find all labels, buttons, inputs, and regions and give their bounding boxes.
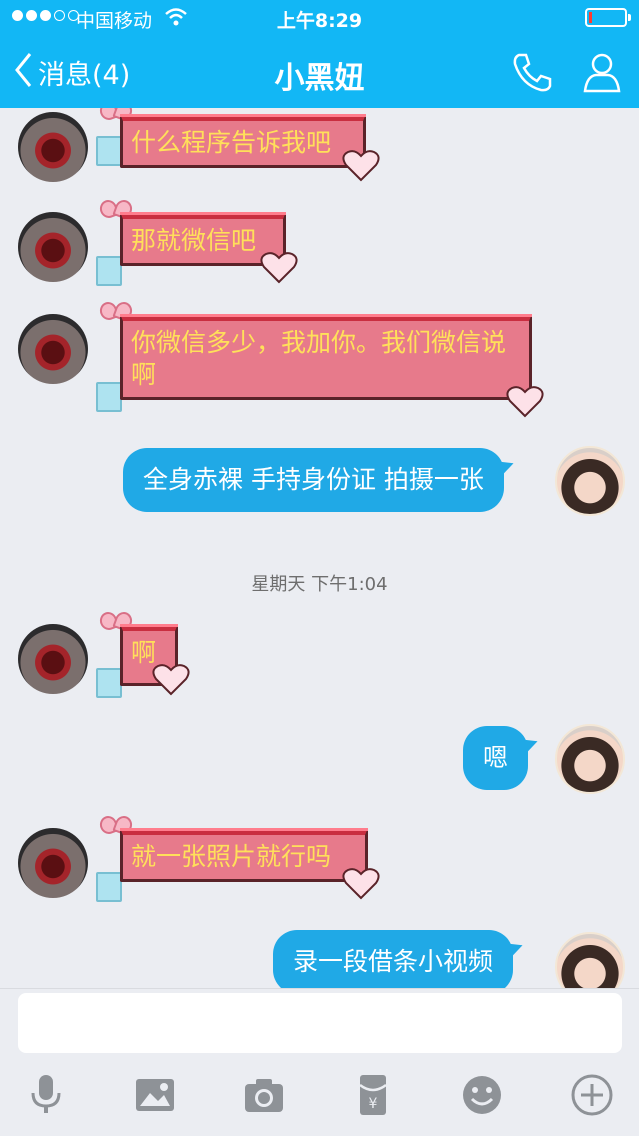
profile-icon[interactable]	[580, 50, 624, 94]
heart-icon	[152, 662, 190, 696]
svg-text:¥: ¥	[369, 1096, 378, 1112]
chevron-left-icon	[14, 52, 32, 92]
message-bubble[interactable]: 什么程序告诉我吧	[120, 114, 366, 168]
gift-box-icon	[96, 136, 122, 166]
phone-icon[interactable]	[510, 50, 554, 94]
microphone-icon[interactable]	[22, 1071, 70, 1119]
battery-level	[589, 12, 592, 23]
top-bar: 中国移动 上午8:29 消息(4) 小黑妞	[0, 0, 639, 108]
contact-avatar[interactable]	[18, 314, 88, 384]
red-packet-icon[interactable]: ¥	[349, 1071, 397, 1119]
message-input[interactable]	[18, 993, 622, 1053]
battery-icon	[585, 8, 631, 27]
emoji-icon[interactable]	[458, 1071, 506, 1119]
user-avatar[interactable]	[555, 724, 625, 794]
contact-avatar[interactable]	[18, 828, 88, 898]
status-time: 上午8:29	[276, 10, 363, 32]
user-avatar[interactable]	[555, 446, 625, 516]
heart-icon	[506, 384, 544, 418]
contact-avatar[interactable]	[18, 624, 88, 694]
composer: ¥	[0, 988, 639, 1136]
gift-box-icon	[96, 256, 122, 286]
heart-icon	[342, 866, 380, 900]
status-bar: 中国移动 上午8:29	[0, 0, 639, 36]
message-bubble[interactable]: 你微信多少，我加你。我们微信说啊	[120, 314, 532, 400]
user-avatar[interactable]	[555, 932, 625, 988]
composer-toolbar: ¥	[0, 1071, 639, 1125]
image-icon[interactable]	[131, 1071, 179, 1119]
message-timestamp: 星期天 下午1:04	[251, 574, 388, 595]
camera-icon[interactable]	[240, 1071, 288, 1119]
message-bubble[interactable]: 就一张照片就行吗	[120, 828, 368, 882]
navigation-bar: 消息(4) 小黑妞	[0, 36, 639, 108]
sent-message-bubble[interactable]: 录一段借条小视频	[273, 930, 514, 988]
contact-avatar[interactable]	[18, 212, 88, 282]
contact-avatar[interactable]	[18, 112, 88, 182]
plus-icon[interactable]	[568, 1071, 616, 1119]
back-label: 消息(4)	[38, 59, 131, 91]
heart-icon	[342, 148, 380, 182]
sent-message-bubble[interactable]: 嗯	[463, 726, 529, 790]
gift-box-icon	[96, 668, 122, 698]
heart-icon	[260, 250, 298, 284]
gift-box-icon	[96, 382, 122, 412]
gift-box-icon	[96, 872, 122, 902]
sent-message-bubble[interactable]: 全身赤裸 手持身份证 拍摄一张	[123, 448, 504, 512]
back-button[interactable]: 消息(4)	[14, 50, 130, 94]
message-list[interactable]: 什么程序告诉我吧 那就微信吧 你微信多少，我加你。我们微信说啊 全身赤裸 手持身…	[0, 108, 639, 988]
